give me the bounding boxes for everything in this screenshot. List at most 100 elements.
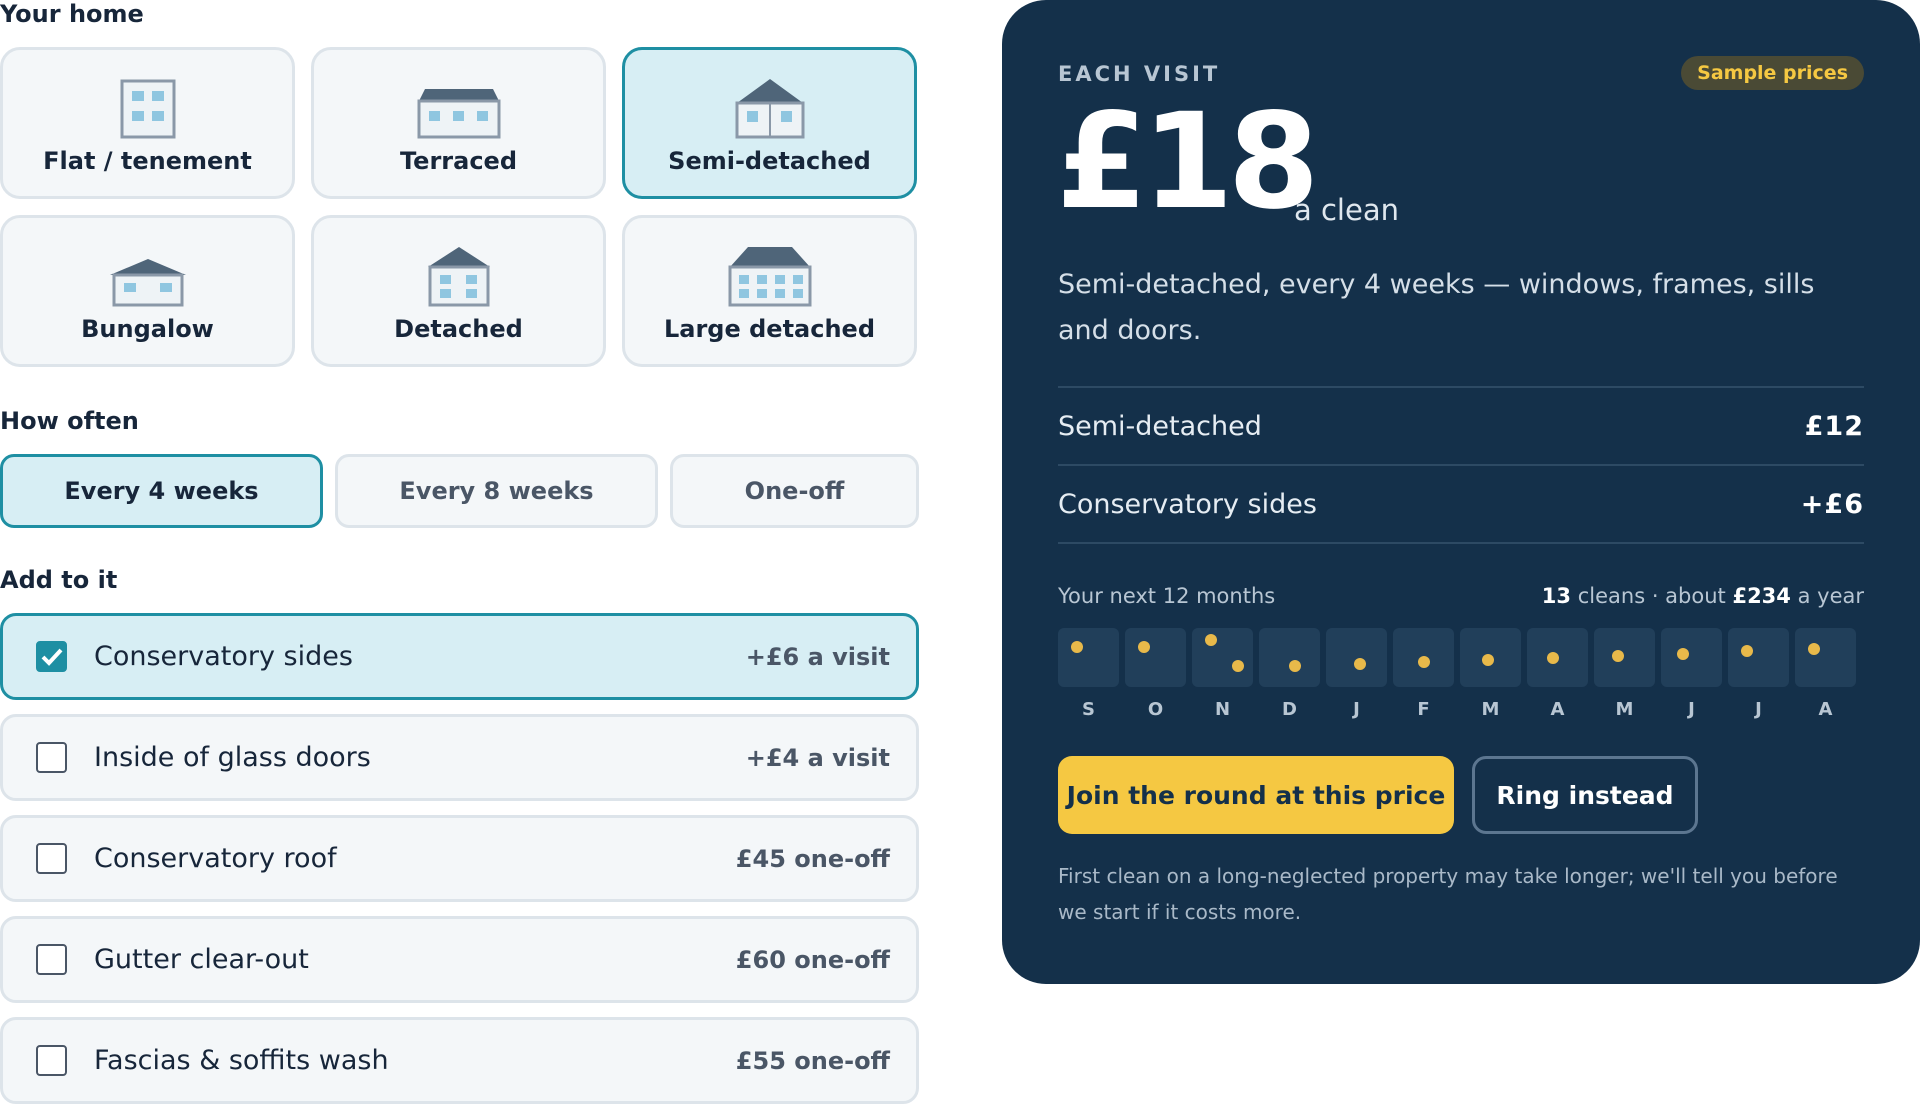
- quote-panel: EACH VISIT Sample prices £18 a clean Sem…: [1002, 0, 1920, 984]
- clean-count: 13: [1541, 584, 1572, 608]
- bungalow-icon: [108, 239, 188, 307]
- line-item-label: Conservatory sides: [1058, 488, 1317, 520]
- month-column: J: [1728, 628, 1789, 720]
- ring-instead-button[interactable]: Ring instead: [1472, 756, 1698, 834]
- month-cell: [1661, 628, 1722, 687]
- clean-visit-dot: [1138, 641, 1150, 653]
- month-column: A: [1527, 628, 1588, 720]
- month-cell: [1594, 628, 1655, 687]
- month-label: N: [1214, 699, 1231, 720]
- month-label: D: [1282, 699, 1297, 720]
- line-item-label: Semi-detached: [1058, 410, 1262, 442]
- month-label: F: [1417, 699, 1430, 720]
- month-cell: [1460, 628, 1521, 687]
- month-cell: [1058, 628, 1119, 687]
- schedule-header: Your next 12 months 13 cleans · about £2…: [1058, 584, 1864, 608]
- join-round-button[interactable]: Join the round at this price: [1058, 756, 1454, 834]
- add-on-glass-doors[interactable]: Inside of glass doors +£4 a visit: [0, 714, 919, 801]
- clean-visit-dot: [1677, 648, 1689, 660]
- clean-visit-dot: [1418, 656, 1430, 668]
- frequency-one-off[interactable]: One-off: [670, 454, 919, 528]
- add-on-label: Conservatory sides: [94, 641, 353, 672]
- clean-visit-dot: [1354, 658, 1366, 670]
- add-on-price: +£6 a visit: [745, 642, 890, 671]
- month-label: J: [1353, 699, 1360, 720]
- month-label: A: [1818, 699, 1833, 720]
- month-label: J: [1755, 699, 1762, 720]
- month-label: J: [1688, 699, 1695, 720]
- clean-visit-dot: [1482, 654, 1494, 666]
- add-on-conservatory-sides[interactable]: Conservatory sides +£6 a visit: [0, 613, 919, 700]
- your-home-heading: Your home: [0, 0, 144, 28]
- month-cell: [1192, 628, 1253, 687]
- home-option-label: Bungalow: [81, 315, 214, 343]
- flat-icon: [120, 71, 176, 139]
- clean-visit-dot: [1205, 634, 1217, 646]
- home-option-bungalow[interactable]: Bungalow: [0, 215, 295, 367]
- checkbox[interactable]: [36, 843, 67, 874]
- home-option-label: Large detached: [663, 315, 876, 343]
- home-option-detached[interactable]: Detached: [311, 215, 606, 367]
- add-on-fascias-soffits[interactable]: Fascias & soffits wash £55 one-off: [0, 1017, 919, 1104]
- frequency-every-4-weeks[interactable]: Every 4 weeks: [0, 454, 323, 528]
- clean-visit-dot: [1547, 652, 1559, 664]
- checkmark-icon: [41, 648, 62, 666]
- divider: [1058, 542, 1864, 544]
- month-timeline: SONDJFMAMJJA: [1058, 628, 1864, 720]
- add-on-label: Gutter clear-out: [94, 944, 309, 975]
- add-on-price: +£4 a visit: [745, 743, 890, 772]
- clean-visit-dot: [1071, 641, 1083, 653]
- checkbox[interactable]: [36, 742, 67, 773]
- add-on-price: £60 one-off: [735, 945, 890, 974]
- add-on-price: £45 one-off: [735, 844, 890, 873]
- price-per-visit: £18: [1056, 85, 1320, 239]
- per-year: a year: [1797, 584, 1864, 608]
- line-item: Conservatory sides +£6: [1058, 464, 1864, 542]
- month-cell: [1326, 628, 1387, 687]
- home-option-label: Semi-detached: [668, 147, 871, 175]
- home-option-label: Flat / tenement: [43, 147, 252, 175]
- month-column: J: [1326, 628, 1387, 720]
- month-column: D: [1259, 628, 1320, 720]
- add-on-label: Inside of glass doors: [94, 742, 371, 773]
- cleans-word: cleans · about: [1577, 584, 1726, 608]
- checkbox-checked[interactable]: [36, 641, 67, 672]
- footnote: First clean on a long-neglected property…: [1058, 864, 1838, 924]
- yearly-cost: £234: [1732, 584, 1791, 608]
- add-on-label: Conservatory roof: [94, 843, 337, 874]
- clean-visit-dot: [1232, 660, 1244, 672]
- schedule-title: Your next 12 months: [1058, 584, 1276, 608]
- month-label: M: [1615, 699, 1634, 720]
- month-column: M: [1594, 628, 1655, 720]
- home-option-label: Terraced: [399, 147, 517, 175]
- clean-visit-dot: [1612, 650, 1624, 662]
- month-column: M: [1460, 628, 1521, 720]
- sample-prices-badge: Sample prices: [1681, 56, 1864, 90]
- month-label: S: [1082, 699, 1095, 720]
- home-option-semi-detached[interactable]: Semi-detached: [622, 47, 917, 199]
- clean-visit-dot: [1808, 643, 1820, 655]
- month-cell: [1259, 628, 1320, 687]
- clean-visit-dot: [1741, 645, 1753, 657]
- home-option-terraced[interactable]: Terraced: [311, 47, 606, 199]
- month-cell: [1728, 628, 1789, 687]
- add-on-conservatory-roof[interactable]: Conservatory roof £45 one-off: [0, 815, 919, 902]
- semi-detached-house-icon: [733, 71, 807, 139]
- home-option-flat[interactable]: Flat / tenement: [0, 47, 295, 199]
- terraced-house-icon: [415, 71, 503, 139]
- quote-summary: Semi-detached, every 4 weeks — windows, …: [1058, 269, 1815, 346]
- home-option-large-detached[interactable]: Large detached: [622, 215, 917, 367]
- checkbox[interactable]: [36, 944, 67, 975]
- line-item: Semi-detached £12: [1058, 386, 1864, 464]
- month-cell: [1527, 628, 1588, 687]
- add-on-price: £55 one-off: [735, 1046, 890, 1075]
- add-on-gutter-clear-out[interactable]: Gutter clear-out £60 one-off: [0, 916, 919, 1003]
- frequency-every-8-weeks[interactable]: Every 8 weeks: [335, 454, 658, 528]
- checkbox[interactable]: [36, 1045, 67, 1076]
- month-cell: [1393, 628, 1454, 687]
- month-label: O: [1147, 699, 1164, 720]
- month-column: S: [1058, 628, 1119, 720]
- line-item-amount: +£6: [1800, 488, 1864, 520]
- month-column: F: [1393, 628, 1454, 720]
- add-ons-heading: Add to it: [0, 566, 118, 594]
